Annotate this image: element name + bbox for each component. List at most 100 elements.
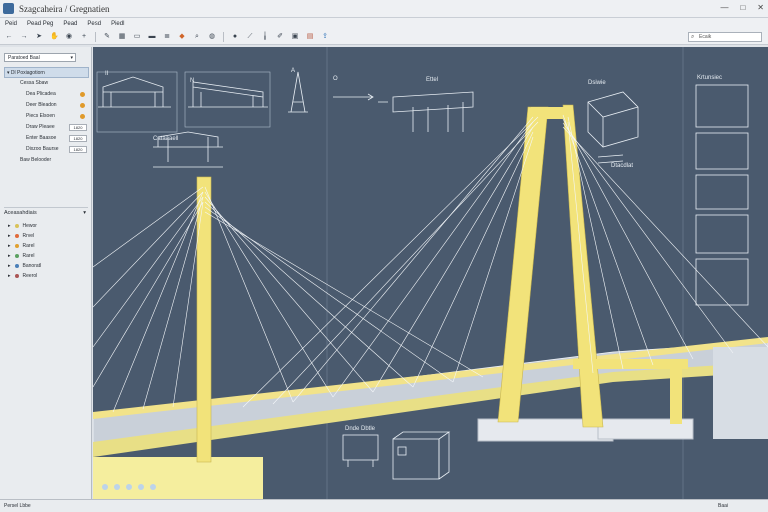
detail-label: Cataaaell	[153, 136, 178, 142]
tree-item[interactable]: Cessa Sbaw	[4, 78, 89, 89]
sketch-equipment	[342, 431, 451, 480]
detail-label: Dnde Dbtle	[345, 426, 376, 432]
layer-label: Rarel	[22, 243, 35, 249]
tree-item-label: Baw Belooder	[20, 157, 52, 163]
square-icon[interactable]: ▣	[291, 33, 299, 41]
tree-item[interactable]: Dixzoo Baurse 1820	[4, 144, 89, 155]
tree-item-label: Enter Baasoe	[26, 135, 57, 141]
pylon-crossbeam	[531, 107, 571, 119]
tree-view: ▾ Dl Poxiagotiorn Cessa Sbaw Dea Plicade…	[4, 67, 89, 166]
bridge-drawing: II N A Cataaaell O Ettel Dsiwie Dtacdlat…	[93, 47, 768, 499]
tree-item[interactable]: Deer Bleadon	[4, 100, 89, 111]
tree-item-label: Dixzoo Baurse	[26, 146, 59, 152]
layer-label: Reerol	[22, 273, 38, 279]
globe-icon[interactable]: ◍	[208, 33, 216, 41]
search-input[interactable]: ⌕ Ecaik	[688, 32, 762, 42]
status-text: Persel Lbbe	[4, 503, 31, 509]
view-tag: O	[333, 76, 338, 82]
tree-item[interactable]: Enter Baasoe 1820	[4, 133, 89, 144]
warning-icon	[80, 114, 85, 119]
detail-label: Dtacdlat	[611, 163, 633, 169]
layers-icon[interactable]: ≣	[163, 33, 171, 41]
tree-item[interactable]: ▾ Dl Poxiagotiorn	[4, 67, 89, 78]
maximize-icon[interactable]: □	[740, 3, 745, 12]
window-title: Szagcaheira / Gregnatien	[19, 3, 110, 14]
detail-label: Ettel	[426, 77, 438, 83]
tree-item[interactable]: Piecs Elsoen	[4, 111, 89, 122]
share-icon[interactable]: ⇪	[321, 33, 329, 41]
detail-card[interactable]	[695, 132, 749, 170]
layer-color-icon	[14, 274, 19, 278]
tree-item-label: Dea Plicadea	[26, 91, 56, 97]
layer-item[interactable]: ▸ Hewor	[8, 221, 41, 231]
value-field[interactable]: 1820	[69, 146, 87, 153]
frame-icon[interactable]: ▬	[148, 33, 156, 41]
tree-item[interactable]: Dea Plicadea	[4, 89, 89, 100]
view-tag: II	[105, 71, 109, 77]
menu-item[interactable]: Pead Peg	[27, 21, 53, 27]
layer-item[interactable]: ▸ Rrvel	[8, 231, 41, 241]
layer-color-icon	[14, 224, 19, 228]
shape-icon[interactable]: ◆	[178, 33, 186, 41]
plus-icon[interactable]: +	[80, 33, 88, 41]
layer-item[interactable]: ▸ Rarel	[8, 251, 41, 261]
back-icon[interactable]: ←	[5, 33, 13, 41]
3d-viewport[interactable]: II N A Cataaaell O Ettel Dsiwie Dtacdlat…	[93, 47, 768, 499]
tree-item-label: Draw Pleaee	[26, 124, 55, 130]
project-dropdown[interactable]: Paratoed Baal ▾	[4, 53, 76, 62]
layer-label: Hewor	[22, 223, 37, 229]
layer-item[interactable]: ▸ Reerol	[8, 271, 41, 281]
eyedrop-icon[interactable]: ⟋	[246, 33, 254, 41]
menu-item[interactable]: Piedl	[111, 21, 124, 27]
frame-icon[interactable]: ▭	[133, 33, 141, 41]
layer-item[interactable]: ▸ Banoratl	[8, 261, 41, 271]
bulb-icon[interactable]: ◉	[65, 33, 73, 41]
tree-item[interactable]: Baw Belooder	[4, 155, 89, 166]
layers-panel-header: Aceasahdiais ▾	[4, 207, 88, 217]
book-icon[interactable]: ▤	[306, 33, 314, 41]
menu-bar: Peid Pead Peg Pead Pesd Piedl	[0, 18, 768, 30]
tool-icon[interactable]: ╽	[261, 33, 269, 41]
detail-card[interactable]	[695, 214, 749, 254]
toolbar: ← → ➤ ✋ ◉ + ✎ ▦ ▭ ▬ ≣ ◆ ⌕ ◍ ● ⟋ ╽ ✐ ▣ ▤ …	[0, 30, 768, 45]
search-icon: ⌕	[691, 34, 695, 40]
status-bar: Persel Lbbe Baai	[0, 499, 768, 512]
abutment	[93, 457, 263, 499]
minimize-icon[interactable]: —	[720, 3, 728, 12]
value-field[interactable]: 1820	[69, 124, 87, 131]
detail-card[interactable]	[695, 84, 749, 128]
menu-item[interactable]: Pead	[63, 21, 77, 27]
tool-icon[interactable]: ●	[231, 33, 239, 41]
approach-pier	[713, 347, 768, 439]
detail-card[interactable]	[695, 174, 749, 210]
close-icon[interactable]: ✕	[757, 3, 764, 12]
layer-item[interactable]: ▸ Rarel	[8, 241, 41, 251]
hand-icon[interactable]: ✋	[50, 33, 59, 41]
tree-item-label: Deer Bleadon	[26, 102, 57, 108]
menu-item[interactable]: Peid	[5, 21, 17, 27]
layers-list: ▸ Hewor ▸ Rrvel ▸ Rarel ▸ Rarel ▸ Banoratl ▸ R…	[8, 221, 41, 281]
layers-title: Aceasahdiais	[4, 210, 37, 216]
detail-card[interactable]	[695, 258, 749, 306]
sketch-portal	[333, 91, 474, 132]
sketch-hall	[184, 71, 271, 128]
sketch-tower	[288, 71, 308, 113]
search-placeholder: Ecaik	[699, 34, 712, 40]
sidebar: Paratoed Baal ▾ ▾ Dl Poxiagotiorn Cessa …	[0, 47, 92, 499]
detail-label: Dsiwie	[588, 80, 606, 86]
forward-icon[interactable]: →	[20, 33, 28, 41]
cursor-icon[interactable]: ➤	[35, 33, 43, 41]
tree-item[interactable]: Draw Pleaee 1820	[4, 122, 89, 133]
dropdown-value: Paratoed Baal	[8, 55, 40, 61]
warning-icon	[80, 92, 85, 97]
brush-icon[interactable]: ✐	[276, 33, 284, 41]
grid-icon[interactable]: ▦	[118, 33, 126, 41]
tree-item-label: Cessa Sbaw	[20, 80, 49, 86]
zoom-icon[interactable]: ⌕	[193, 33, 201, 41]
layer-color-icon	[14, 254, 19, 258]
pencil-icon[interactable]: ✎	[103, 33, 111, 41]
view-tag: A	[291, 68, 295, 74]
value-field[interactable]: 1820	[69, 135, 87, 142]
chevron-down-icon[interactable]: ▾	[83, 208, 86, 218]
menu-item[interactable]: Pesd	[87, 21, 101, 27]
